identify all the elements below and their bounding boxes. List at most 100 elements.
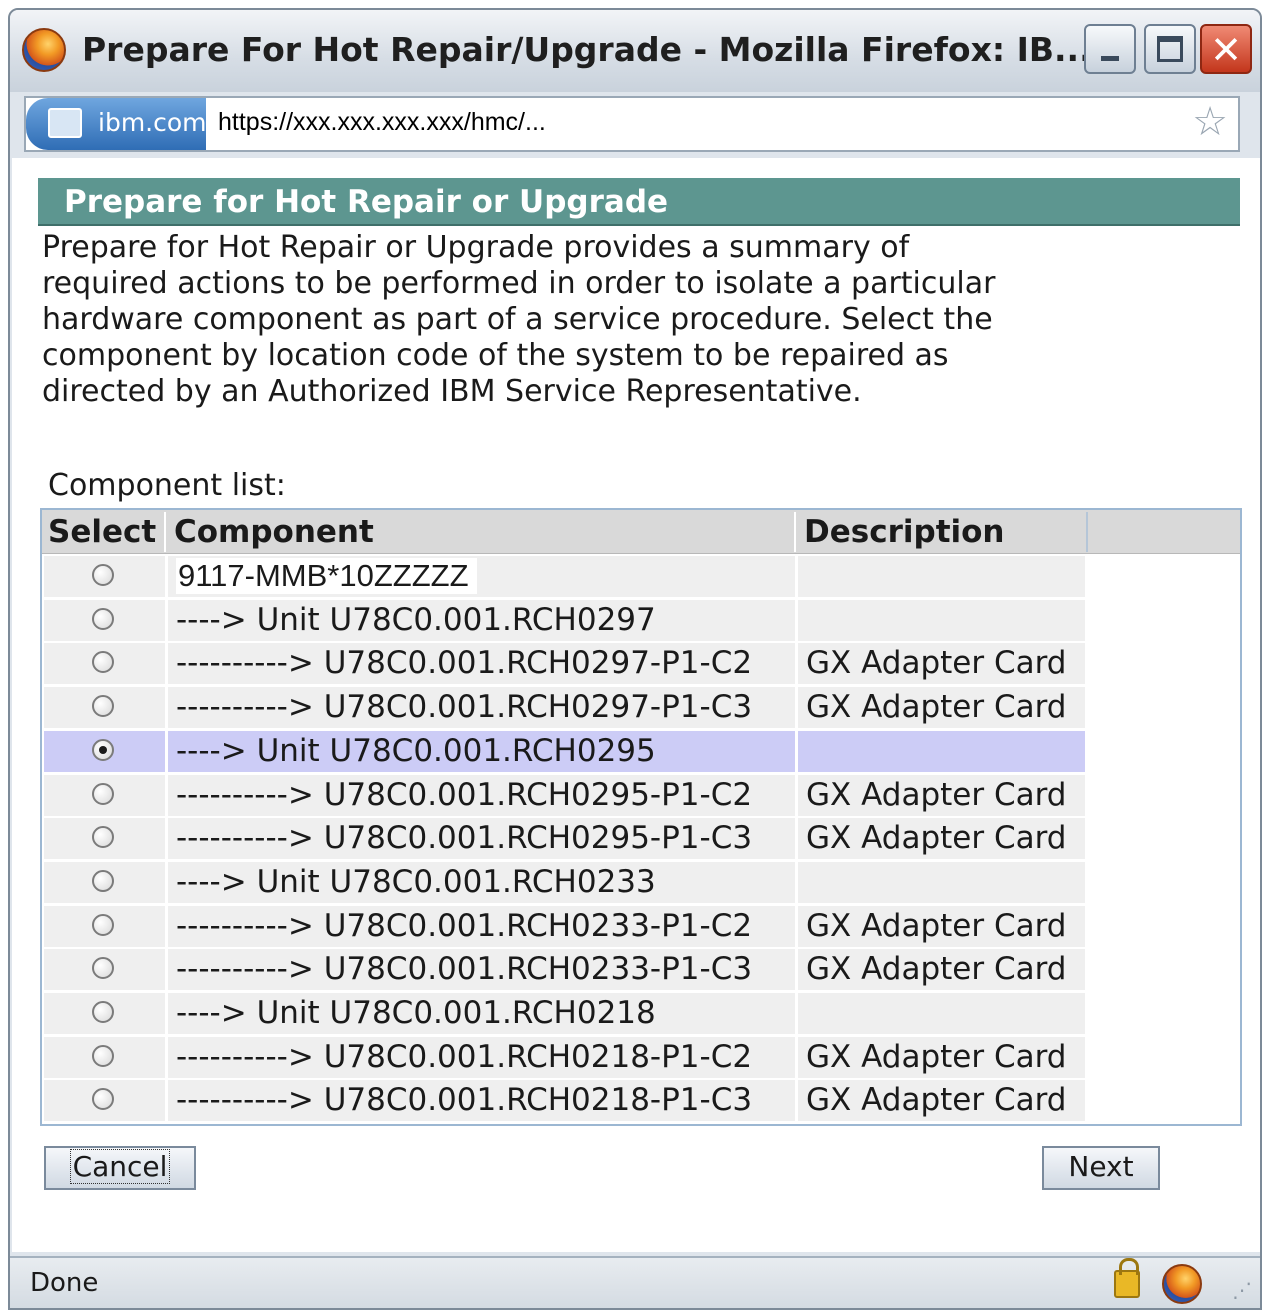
select-cell [44,599,168,641]
component-list-label: Component list: [48,468,286,503]
table-row[interactable]: ----------> U78C0.001.RCH0297-P1-C2 GX Ad… [44,643,1088,685]
description-cell [798,556,1088,597]
component-text: ----> Unit U78C0.001.RCH0297 [176,601,656,638]
component-text: 9117-MMB*10ZZZZZ [176,558,477,594]
select-cell [44,730,168,772]
component-cell: ----------> U78C0.001.RCH0295-P1-C3 [168,818,798,860]
firefox-logo-icon [22,28,66,72]
description-cell: GX Adapter Card [798,687,1088,729]
component-cell: ----------> U78C0.001.RCH0295-P1-C2 [168,774,798,816]
table-row[interactable]: ----------> U78C0.001.RCH0295-P1-C2 GX Ad… [44,774,1088,816]
next-button[interactable]: Next [1042,1146,1160,1190]
table-row[interactable]: 9117-MMB*10ZZZZZ [44,556,1088,597]
maximize-icon [1157,36,1183,62]
select-radio[interactable] [92,913,114,936]
site-identity-button[interactable]: ibm.com [26,98,207,150]
status-bar: Done ⋰ [10,1256,1260,1308]
panel-title: Prepare for Hot Repair or Upgrade [64,184,669,220]
select-radio[interactable] [92,564,114,586]
select-radio[interactable] [92,1088,114,1111]
description-cell: GX Adapter Card [798,1036,1088,1078]
description-cell: GX Adapter Card [798,774,1088,816]
select-radio[interactable] [92,738,114,761]
address-bar[interactable]: ibm.com https://xxx.xxx.xxx.xxx/hmc/... … [24,96,1240,152]
panel-header: Prepare for Hot Repair or Upgrade [38,178,1240,226]
url-text[interactable]: https://xxx.xxx.xxx.xxx/hmc/... [218,108,546,137]
description-cell [798,993,1088,1034]
component-cell: ----> Unit U78C0.001.RCH0297 [168,599,798,641]
table-row[interactable]: ----------> U78C0.001.RCH0233-P1-C3 GX Ad… [44,949,1088,991]
description-text: GX Adapter Card [806,907,1067,944]
component-cell: ----------> U78C0.001.RCH0297-P1-C2 [168,643,798,685]
site-icon [48,108,82,138]
table-row[interactable]: ----> Unit U78C0.001.RCH0295 [44,730,1088,772]
table-row[interactable]: ----> Unit U78C0.001.RCH0233 [44,861,1088,903]
component-cell: 9117-MMB*10ZZZZZ [168,556,798,597]
title-bar[interactable]: Prepare For Hot Repair/Upgrade - Mozilla… [10,10,1260,92]
select-radio[interactable] [92,957,114,980]
status-text: Done [30,1268,99,1298]
component-text: ----------> U78C0.001.RCH0218-P1-C2 [176,1038,753,1075]
description-cell: GX Adapter Card [798,905,1088,947]
cancel-button-label: Cancel [69,1149,171,1184]
table-row[interactable]: ----> Unit U78C0.001.RCH0218 [44,993,1088,1034]
description-text: GX Adapter Card [806,1082,1067,1119]
select-radio[interactable] [92,695,114,718]
description-text: GX Adapter Card [806,776,1067,813]
select-cell [44,556,168,597]
table-row[interactable]: ----------> U78C0.001.RCH0297-P1-C3 GX Ad… [44,687,1088,729]
table-header: Select Component Description [42,510,1240,554]
table-row[interactable]: ----------> U78C0.001.RCH0233-P1-C2 GX Ad… [44,905,1088,947]
select-radio[interactable] [92,607,114,630]
select-cell [44,1080,168,1122]
select-radio[interactable] [92,782,114,805]
description-cell [798,599,1088,641]
component-cell: ----------> U78C0.001.RCH0218-P1-C2 [168,1036,798,1078]
select-radio[interactable] [92,1044,114,1067]
component-text: ----> Unit U78C0.001.RCH0233 [176,863,656,900]
component-text: ----------> U78C0.001.RCH0233-P1-C3 [176,951,753,988]
component-table: Select Component Description 9117-MMB*10… [40,508,1242,1126]
maximize-button[interactable] [1144,24,1196,74]
column-header-component: Component [168,512,796,552]
select-cell [44,774,168,816]
select-radio[interactable] [92,1001,114,1023]
description-text: GX Adapter Card [806,689,1067,726]
component-cell: ----> Unit U78C0.001.RCH0233 [168,861,798,903]
description-cell: GX Adapter Card [798,643,1088,685]
select-radio[interactable] [92,869,114,892]
select-cell [44,643,168,685]
select-radio[interactable] [92,826,114,849]
browser-window: Prepare For Hot Repair/Upgrade - Mozilla… [8,8,1262,1310]
minimize-icon [1101,56,1119,61]
cancel-button[interactable]: Cancel [44,1146,196,1190]
firefox-status-icon[interactable] [1162,1264,1202,1304]
description-text: GX Adapter Card [806,820,1067,857]
table-row[interactable]: ----------> U78C0.001.RCH0218-P1-C2 GX Ad… [44,1036,1088,1078]
table-row[interactable]: ----------> U78C0.001.RCH0218-P1-C3 GX Ad… [44,1080,1088,1122]
component-cell: ----> Unit U78C0.001.RCH0218 [168,993,798,1034]
select-cell [44,1036,168,1078]
description-cell: GX Adapter Card [798,949,1088,991]
lock-icon[interactable] [1114,1258,1140,1298]
resize-grip-icon[interactable]: ⋰ [1232,1278,1252,1302]
bookmark-star-icon[interactable]: ☆ [1192,100,1228,144]
minimize-button[interactable] [1084,24,1136,74]
select-radio[interactable] [92,651,114,674]
window-title: Prepare For Hot Repair/Upgrade - Mozilla… [82,30,1092,69]
close-button[interactable]: ✕ [1200,24,1252,74]
panel-description: Prepare for Hot Repair or Upgrade provid… [42,230,996,409]
table-row[interactable]: ----> Unit U78C0.001.RCH0297 [44,599,1088,641]
close-icon: ✕ [1210,28,1242,72]
component-cell: ----> Unit U78C0.001.RCH0295 [168,730,798,772]
component-text: ----------> U78C0.001.RCH0297-P1-C2 [176,645,753,682]
component-text: ----------> U78C0.001.RCH0297-P1-C3 [176,689,753,726]
site-name: ibm.com [98,108,207,137]
column-header-description: Description [798,512,1088,552]
table-row[interactable]: ----------> U78C0.001.RCH0295-P1-C3 GX Ad… [44,818,1088,860]
component-text: ----------> U78C0.001.RCH0233-P1-C2 [176,907,753,944]
component-text: ----------> U78C0.001.RCH0218-P1-C3 [176,1082,753,1119]
description-cell: GX Adapter Card [798,1080,1088,1122]
description-cell [798,861,1088,903]
description-text: GX Adapter Card [806,951,1067,988]
